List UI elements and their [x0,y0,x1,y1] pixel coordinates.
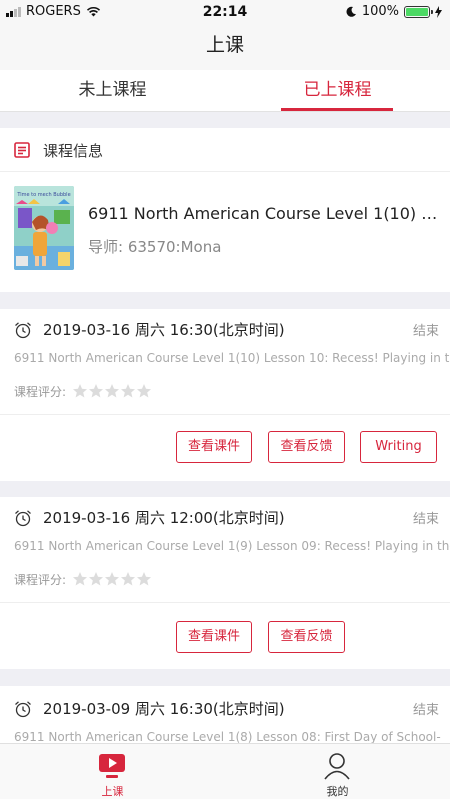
user-icon [324,753,350,780]
status-right: 100% [346,4,442,19]
charging-icon [435,5,442,18]
course-thumbnail[interactable]: Time to mech Bubble [14,186,74,270]
rating-label: 课程评分: [14,572,67,587]
view-courseware-button[interactable]: 查看课件 [176,431,252,463]
lesson-header: 2019-03-16 周六 12:00(北京时间) 结束 [14,507,439,529]
lesson-rating: 课程评分: [14,569,214,589]
lesson-datetime: 2019-03-16 周六 12:00(北京时间) [43,509,285,527]
thumbnail-caption: Time to mech Bubble [16,192,70,198]
tabbar-item-class[interactable]: 上课 [0,744,225,799]
star-icon[interactable] [72,571,88,587]
page-title: 上课 [205,34,244,56]
course-info-card: 课程信息 Time to mech Bubble 6911 North Amer… [0,128,450,292]
battery-percent: 100% [361,4,399,19]
status-bar: ROGERS 22:14 100% [0,0,450,24]
tab-completed[interactable]: 已上课程 [225,70,450,112]
lesson-datetime: 2019-03-09 周六 16:30(北京时间) [43,700,285,718]
view-feedback-button[interactable]: 查看反馈 [268,431,345,463]
course-teacher: 导师: 63570:Mona [88,238,222,256]
active-tab-indicator [281,108,393,111]
star-icon[interactable] [120,383,136,399]
course-info-title: 课程信息 [43,142,104,160]
star-icon[interactable] [72,383,88,399]
lesson-header: 2019-03-16 周六 16:30(北京时间) 结束 [14,319,439,341]
star-icon[interactable] [120,571,136,587]
play-screen-icon [99,754,125,778]
battery-icon [404,5,433,18]
lesson-status: 结束 [412,324,439,339]
lesson-card: 2019-03-09 周六 16:30(北京时间) 结束 6911 North … [0,686,450,744]
alarm-clock-icon [15,510,31,527]
lesson-card: 2019-03-16 周六 16:30(北京时间) 结束 6911 North … [0,309,450,481]
lesson-description: 6911 North American Course Level 1(9) Le… [14,539,450,553]
moon-icon [346,6,356,17]
tab-upcoming[interactable]: 未上课程 [0,70,225,112]
view-feedback-button[interactable]: 查看反馈 [268,621,345,653]
star-icon[interactable] [104,383,120,399]
lesson-card: 2019-03-16 周六 12:00(北京时间) 结束 6911 North … [0,497,450,669]
card-divider [0,602,450,603]
lesson-description: 6911 North American Course Level 1(8) Le… [14,730,441,744]
lesson-rating: 课程评分: [14,381,214,401]
star-rating[interactable] [72,571,152,587]
alarm-clock-icon [15,322,31,339]
tabbar-item-mine[interactable]: 我的 [225,744,450,799]
alarm-clock-icon [15,701,31,718]
star-rating[interactable] [72,383,152,399]
lesson-description: 6911 North American Course Level 1(10) L… [14,351,450,365]
rating-label: 课程评分: [14,384,67,399]
tabbar-label: 我的 [326,785,349,798]
view-courseware-button[interactable]: 查看课件 [176,621,252,653]
lesson-header: 2019-03-09 周六 16:30(北京时间) 结束 [14,698,439,720]
lesson-status: 结束 [412,703,439,718]
writing-button[interactable]: Writing [360,431,437,463]
course-tabs: 未上课程 已上课程 [0,70,450,112]
star-icon[interactable] [136,383,152,399]
card-divider [0,414,450,415]
star-icon[interactable] [88,571,104,587]
document-icon [14,142,30,158]
course-info-header: 课程信息 [0,128,450,172]
course-title[interactable]: 6911 North American Course Level 1(10) L… [88,204,438,223]
bottom-tab-bar: 上课 我的 [0,743,450,799]
star-icon[interactable] [104,571,120,587]
tabbar-label: 上课 [101,785,124,798]
lesson-datetime: 2019-03-16 周六 16:30(北京时间) [43,321,285,339]
star-icon[interactable] [88,383,104,399]
lesson-status: 结束 [412,512,439,527]
nav-bar: 上课 [0,24,450,70]
star-icon[interactable] [136,571,152,587]
